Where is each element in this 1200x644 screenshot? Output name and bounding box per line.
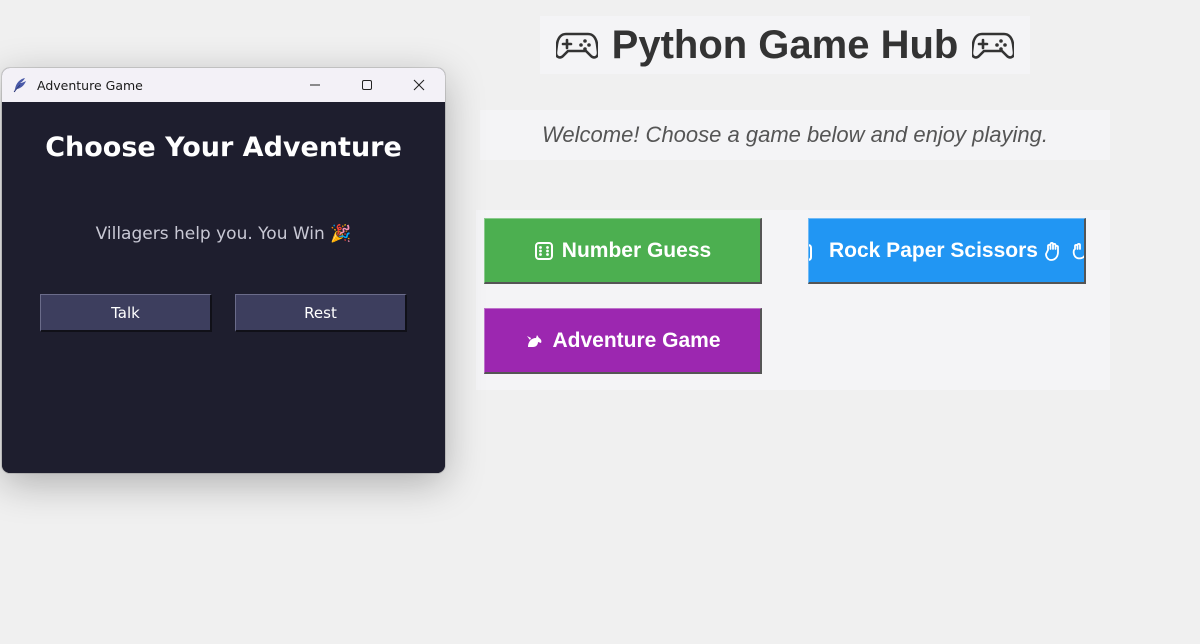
rock-paper-scissors-button[interactable]: Rock Paper Scissors (808, 218, 1086, 284)
maximize-icon (362, 80, 372, 90)
hand-icon (809, 243, 812, 261)
hand-icon (1045, 241, 1059, 261)
close-icon (413, 79, 425, 91)
window-title: Adventure Game (37, 77, 143, 93)
rock-paper-scissors-label: Rock Paper Scissors (829, 238, 1038, 262)
talk-button[interactable]: Talk (40, 294, 212, 332)
maximize-button[interactable] (341, 68, 393, 102)
rest-button[interactable]: Rest (235, 294, 407, 332)
hub-title-text: Python Game Hub (611, 22, 959, 67)
hub-title: Python Game Hub (555, 22, 1015, 68)
adventure-game-window: Adventure Game Choose Your Adventure Vil… (2, 68, 445, 473)
feather-icon (13, 78, 26, 93)
hub-title-bar: Python Game Hub (540, 16, 1030, 74)
game-button-grid: Number Guess Rock Paper Scissors Adventu… (476, 210, 1110, 390)
number-guess-button[interactable]: Number Guess (484, 218, 762, 284)
close-button[interactable] (393, 68, 445, 102)
rock-paper-scissors-content: Rock Paper Scissors (809, 238, 1084, 263)
adventure-content: Choose Your Adventure Villagers help you… (2, 102, 445, 473)
adventure-status-text: Villagers help you. You Win 🎉 (95, 224, 352, 244)
window-titlebar[interactable]: Adventure Game (2, 68, 445, 102)
hand-icon (1072, 242, 1084, 259)
adventure-game-label: Adventure Game (552, 328, 721, 352)
minimize-icon (310, 84, 320, 86)
adventure-heading: Choose Your Adventure (45, 132, 402, 163)
adventure-game-button[interactable]: Adventure Game (484, 308, 762, 374)
gamepad-icon (555, 32, 598, 59)
number-guess-label: Number Guess (561, 238, 712, 262)
dice-icon (534, 241, 553, 260)
gamepad-icon (972, 32, 1015, 59)
hub-subtitle-bar: Welcome! Choose a game below and enjoy p… (480, 110, 1110, 160)
minimize-button[interactable] (289, 68, 341, 102)
dragon-icon (527, 334, 542, 347)
hub-subtitle: Welcome! Choose a game below and enjoy p… (542, 122, 1048, 147)
